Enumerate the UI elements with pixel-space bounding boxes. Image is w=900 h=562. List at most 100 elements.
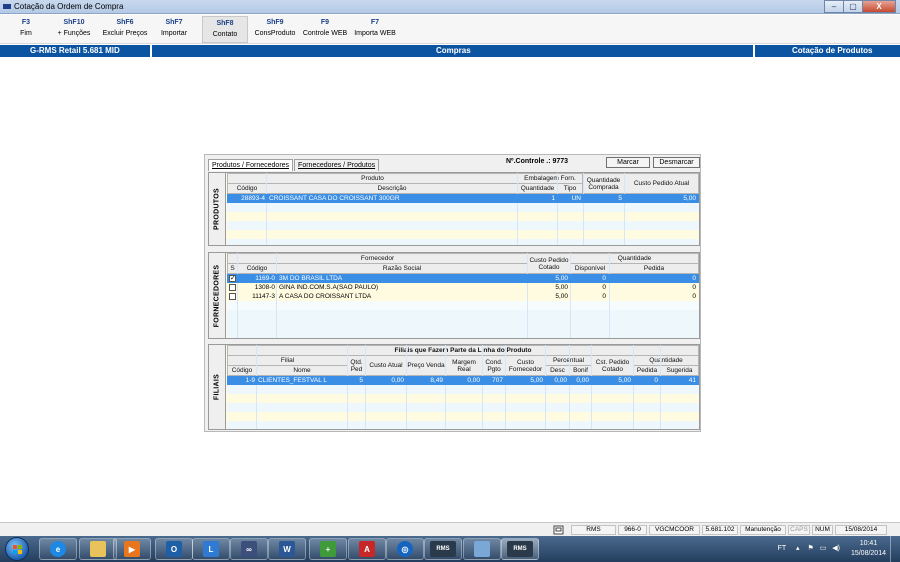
flag-icon[interactable]: ⚑ (807, 545, 813, 552)
col-custo-fornecedor[interactable]: Custo Fornecedor (505, 355, 546, 376)
col-pedida[interactable]: Pedida (633, 365, 661, 376)
col-qtd-ped[interactable]: Qtd. Ped (347, 355, 366, 376)
col-preco-venda[interactable]: Preço Venda (406, 355, 446, 376)
cell-razao-social: A CASA DO CROISSANT LTDA (279, 293, 372, 300)
taskbar-globe-app[interactable]: ◎ (386, 538, 424, 560)
fkey-consproduto[interactable]: ShF9 ConsProduto (251, 16, 299, 43)
tray-arrow-icon[interactable]: ▴ (796, 545, 800, 552)
fkey-importa-web[interactable]: F7 Importa WEB (351, 16, 399, 43)
select-checkbox[interactable] (229, 293, 236, 300)
col-custo-atual[interactable]: Custo Atual (365, 355, 407, 376)
numero-controle: Nº.Controle .: 9773 (506, 158, 569, 165)
fkey-code: ShF10 (63, 19, 85, 26)
language-indicator[interactable]: FT (778, 545, 786, 552)
screen-name: Cotação de Produtos (792, 46, 873, 55)
col-codigo[interactable]: Código (227, 183, 267, 194)
col-margem-real[interactable]: Margem Real (445, 355, 483, 376)
keyboard-icon (552, 525, 565, 535)
col-nome[interactable]: Nome (256, 365, 348, 376)
table-row[interactable]: 1-9 CLIENTES_FESTVAL L 5 0,00 8,49 0,00 … (227, 376, 699, 385)
row-stripe (227, 239, 699, 245)
window-icon (474, 541, 490, 557)
col-codigo[interactable]: Código (227, 365, 257, 376)
cell-codigo: 28893-4 (241, 195, 265, 202)
col-sugerida[interactable]: Sugerida (660, 365, 699, 376)
taskbar-lync[interactable]: L (192, 538, 230, 560)
col-descricao[interactable]: Descrição (266, 183, 518, 194)
folder-icon (90, 541, 106, 557)
marcar-button[interactable]: Marcar (606, 157, 650, 168)
table-row[interactable]: ✓ 1169-0 3M DO BRASIL LTDA 5,00 0 0 (227, 274, 699, 283)
taskbar-media-player[interactable]: ▶ (113, 538, 151, 560)
col-pedida[interactable]: Pedida (609, 263, 699, 274)
col-custo-pedido-atual[interactable]: Custo Pedido Atual (624, 173, 699, 194)
row-stripe (227, 403, 699, 412)
volume-icon[interactable]: ◀) (832, 545, 840, 552)
network-tray-icon[interactable]: ▭ (820, 545, 827, 552)
start-button[interactable] (5, 537, 29, 561)
col-quantidade[interactable]: Quantidade (517, 183, 558, 194)
fkey-mais-funcoes[interactable]: ShF10 + Funções (52, 16, 96, 43)
taskbar-internet-explorer[interactable]: e (39, 538, 77, 560)
fkey-fim[interactable]: F3 Fim (6, 16, 46, 43)
col-custo-pedido-cotado[interactable]: Custo Pedido Cotado (527, 253, 571, 274)
internet-explorer-icon: e (50, 541, 66, 557)
fkey-label: Controle WEB (302, 30, 348, 37)
tab-produtos-fornecedores[interactable]: Produtos / Fornecedores (208, 159, 294, 171)
minimize-button[interactable]: – (824, 0, 844, 13)
taskbar-app-plus[interactable]: + (309, 538, 347, 560)
fkey-importar[interactable]: ShF7 Importar (154, 16, 194, 43)
select-checkbox[interactable] (229, 284, 236, 291)
maximize-button[interactable]: ▢ (843, 0, 863, 13)
cell-preco-venda: 8,49 (430, 377, 443, 384)
fkey-contato[interactable]: ShF8 Contato (202, 16, 248, 43)
fkey-excluir-precos[interactable]: ShF6 Excluir Preços (100, 16, 150, 43)
col-bonif[interactable]: Bonif (569, 365, 592, 376)
fkey-code: ShF6 (116, 19, 134, 26)
fornecedores-label-text: FORNECEDORES (213, 264, 221, 327)
table-row[interactable]: 28893-4 CROISSANT CASA DO CROISSANT 300G… (227, 194, 699, 203)
taskbar-network-app[interactable]: ∞ (230, 538, 268, 560)
col-quantidade-comprada[interactable]: Quantidade Comprada (582, 173, 625, 194)
fkey-code: ShF9 (266, 19, 284, 26)
col-razao-social[interactable]: Razão Social (276, 263, 528, 274)
tab-fornecedores-produtos[interactable]: Fornecedores / Produtos (294, 159, 380, 171)
taskbar-rms-2[interactable]: RMS (501, 538, 539, 560)
filiais-label-text: FILIAIS (213, 373, 221, 401)
table-row[interactable]: 1308-0 GINA IND.COM.S.A(SAO PAULO) 5,00 … (227, 283, 699, 292)
clock[interactable]: 10:41 15/08/2014 (851, 539, 886, 559)
taskbar-explorer[interactable] (79, 538, 117, 560)
grid-line (266, 173, 267, 245)
col-tipo[interactable]: Tipo (557, 183, 583, 194)
taskbar-window[interactable] (463, 538, 501, 560)
grid-line (569, 345, 570, 429)
taskbar-acrobat[interactable]: A (348, 538, 386, 560)
status-caps: CAPS (788, 525, 810, 535)
fkey-controle-web[interactable]: F9 Controle WEB (300, 16, 350, 43)
col-desc[interactable]: Desc (545, 365, 570, 376)
function-key-toolbar: F3 Fim ShF10 + Funções ShF6 Excluir Preç… (0, 15, 900, 44)
col-disponivel[interactable]: Disponível (570, 263, 610, 274)
col-codigo[interactable]: Código (237, 263, 277, 274)
divider (753, 45, 755, 57)
desmarcar-button[interactable]: Desmarcar (653, 157, 700, 168)
table-row[interactable]: 11147-3 A CASA DO CROISSANT LTDA 5,00 0 … (227, 292, 699, 301)
taskbar-rms-1[interactable]: RMS (424, 538, 462, 560)
network-icon: ∞ (241, 541, 257, 557)
produtos-label-text: PRODUTOS (213, 188, 221, 230)
taskbar-word[interactable]: W (268, 538, 306, 560)
col-cst-pedido-cotado[interactable]: Cst. Pedido Cotado (591, 355, 634, 376)
divider (150, 45, 152, 57)
cell-pedida: 0 (692, 275, 696, 282)
produtos-label: PRODUTOS (209, 173, 226, 245)
fkey-label: Importar (160, 30, 188, 37)
taskbar-outlook[interactable]: O (155, 538, 193, 560)
select-checkbox[interactable]: ✓ (229, 275, 236, 282)
module-header: G-RMS Retail 5.681 MID Compras Cotação d… (0, 45, 900, 57)
row-stripe (227, 421, 699, 429)
cell-disponivel: 0 (602, 293, 606, 300)
fkey-label: + Funções (57, 30, 91, 37)
show-desktop-button[interactable] (890, 536, 900, 562)
close-button[interactable]: X (862, 0, 896, 13)
col-cond-pgto[interactable]: Cond. Pgto (482, 355, 506, 376)
